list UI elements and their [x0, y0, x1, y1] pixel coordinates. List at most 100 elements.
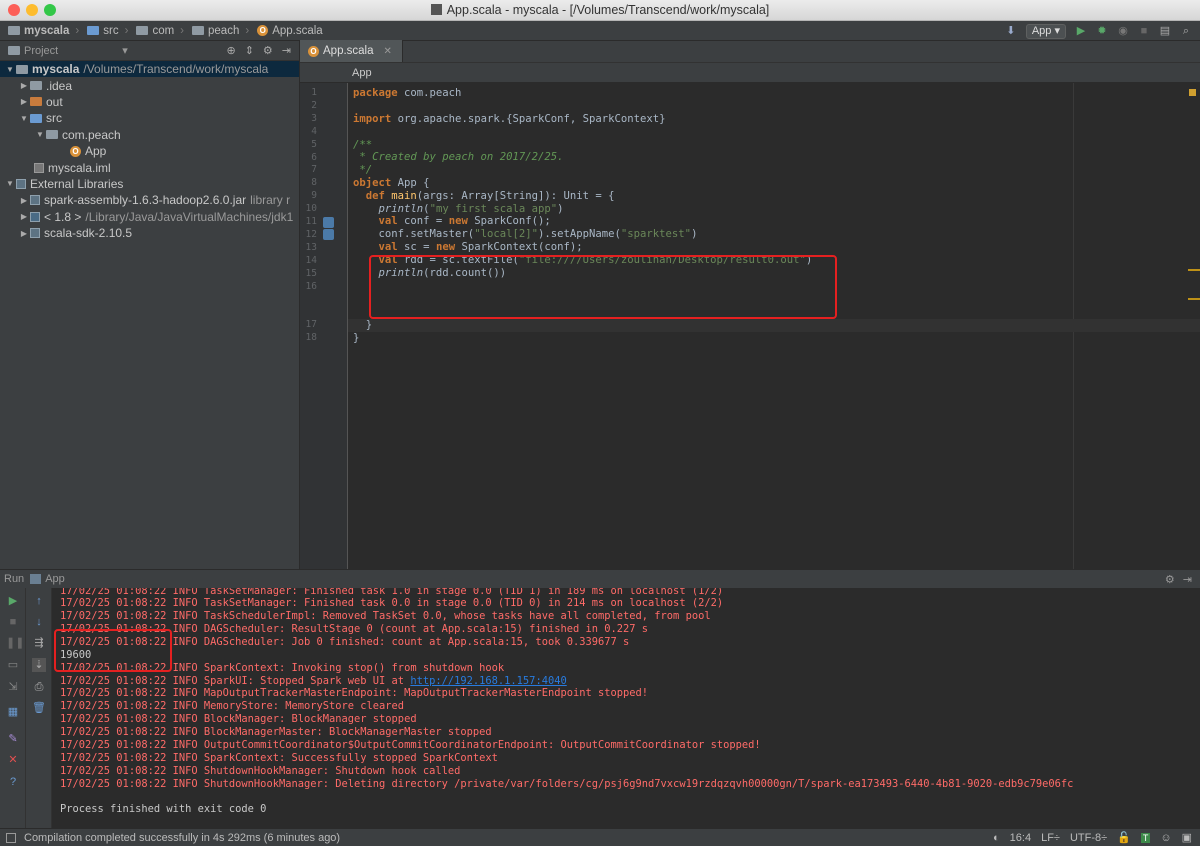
file-icon — [430, 4, 442, 15]
close-window-button[interactable] — [8, 4, 20, 16]
inspector-icon[interactable]: ☺ — [1160, 832, 1171, 844]
arrow-down-icon[interactable]: ↓ — [32, 615, 46, 629]
expand-arrow-icon[interactable]: ▼ — [4, 65, 16, 74]
arrow-up-icon[interactable]: ↑ — [32, 594, 46, 608]
breadcrumb-src[interactable]: src › — [87, 25, 128, 37]
tree-item-external-libraries[interactable]: ▼ External Libraries — [0, 176, 299, 192]
run-gutter-icon[interactable] — [323, 229, 334, 240]
tree-item-scala-sdk[interactable]: ▶ scala-sdk-2.10.5 — [0, 225, 299, 241]
code-line-5: /** — [353, 139, 373, 151]
module-folder-icon — [16, 64, 28, 74]
close-tab-icon[interactable]: ✕ — [384, 46, 392, 57]
rerun-icon[interactable]: ▶ — [6, 594, 20, 608]
project-panel-title[interactable]: Project — [24, 45, 58, 57]
exit-icon[interactable]: ⇲ — [6, 680, 20, 694]
code-area[interactable]: 1 2 3 4 5 6 7 8 9 10 11 12 13 14 15 16 17 18 package com.… — [300, 83, 1200, 569]
tree-item-src[interactable]: ▼ src — [0, 110, 299, 126]
run-header-label[interactable]: Run — [4, 573, 24, 585]
code-text: conf.setMaster( — [353, 228, 475, 240]
trash-icon[interactable]: 🗑 — [32, 701, 46, 715]
gear-icon[interactable]: ⚙ — [1165, 573, 1175, 586]
make-project-icon[interactable]: ⬇ — [1005, 25, 1017, 37]
close-icon[interactable]: ✕ — [6, 753, 20, 767]
tree-item-idea[interactable]: ▶ .idea — [0, 77, 299, 93]
tree-item-label: .idea — [46, 78, 73, 93]
collapse-icon[interactable]: ⇕ — [245, 44, 254, 57]
spark-ui-link[interactable]: http://192.168.1.157:4040 — [410, 675, 566, 687]
file-encoding[interactable]: UTF-8÷ — [1070, 832, 1107, 844]
editor-tabs: O App.scala ✕ — [300, 40, 1200, 63]
collapse-arrow-icon[interactable]: ▶ — [18, 212, 30, 221]
run-gutter-icon[interactable] — [323, 217, 334, 228]
breadcrumb-label: App.scala — [272, 24, 323, 37]
breadcrumb-peach[interactable]: peach › — [192, 25, 249, 37]
breadcrumb-myscala[interactable]: myscala › — [8, 25, 79, 37]
scroll-to-end-icon[interactable]: ⇣ — [32, 658, 46, 672]
tree-item-myscala-iml[interactable]: myscala.iml — [0, 159, 299, 175]
line-number: 8 — [311, 177, 317, 189]
console-line: 17/02/25 01:08:22 INFO BlockManager: Blo… — [60, 713, 417, 725]
collapse-arrow-icon[interactable]: ▶ — [18, 81, 30, 90]
project-icon — [8, 46, 20, 55]
collapse-arrow-icon[interactable]: ▶ — [18, 196, 30, 205]
dump-threads-icon[interactable]: ▭ — [6, 658, 20, 672]
expand-arrow-icon[interactable]: ▼ — [4, 179, 16, 188]
search-icon[interactable]: ⌕ — [1180, 25, 1192, 37]
caret-position[interactable]: 16:4 — [1010, 832, 1031, 844]
tree-item-jdk[interactable]: ▶ < 1.8 >/Library/Java/JavaVirtualMachine… — [0, 209, 299, 225]
tree-item-spark-assembly[interactable]: ▶ spark-assembly-1.6.3-hadoop2.6.0.jar lib… — [0, 192, 299, 208]
expand-arrow-icon[interactable]: ▼ — [34, 130, 46, 139]
tree-item-myscala[interactable]: ▼ myscala/Volumes/Transcend/work/myscala — [0, 61, 299, 78]
zoom-window-button[interactable] — [44, 4, 56, 16]
minimize-window-button[interactable] — [26, 4, 38, 16]
run-icon[interactable]: ▶ — [1075, 25, 1087, 37]
run-actions-toolbar: ▶ ■ ❚❚ ▭ ⇲ ▦ ✎ ✕ ? — [0, 588, 26, 828]
breadcrumb-com[interactable]: com › — [136, 25, 184, 37]
tree-item-app[interactable]: O App — [0, 143, 299, 159]
code-line-3: import org.apache.spark.{SparkConf, Spar… — [353, 113, 666, 126]
tree-item-out[interactable]: ▶ out — [0, 94, 299, 110]
notifications-icon[interactable]: ▣ — [1182, 831, 1192, 844]
debug-icon[interactable]: ✹ — [1096, 25, 1108, 37]
code-line-12: conf.setMaster("local[2]").setAppName("s… — [353, 228, 698, 241]
pause-icon[interactable]: ❚❚ — [6, 636, 24, 650]
stop-icon[interactable]: ■ — [6, 615, 20, 629]
tool-windows-icon[interactable] — [6, 832, 16, 843]
console-line: 17/02/25 01:08:22 INFO ShutdownHookManag… — [60, 778, 1074, 790]
event-log-icon[interactable]: ◐ — [993, 832, 1000, 844]
sdk-icon[interactable]: ▤ — [1159, 25, 1171, 37]
soft-wrap-icon[interactable]: ⇶ — [32, 636, 46, 650]
line-separator[interactable]: LF÷ — [1041, 832, 1060, 844]
breadcrumb-app-scala[interactable]: O App.scala — [257, 25, 323, 37]
run-configuration-select[interactable]: App ▾ — [1025, 23, 1066, 39]
run-tab-label[interactable]: App — [45, 573, 65, 585]
tree-item-label: External Libraries — [30, 176, 124, 191]
code-text: println — [353, 203, 424, 215]
coverage-icon[interactable]: ◉ — [1117, 25, 1129, 37]
chevron-down-icon[interactable]: ▾ — [122, 44, 128, 57]
tab-app-scala[interactable]: O App.scala ✕ — [300, 40, 403, 62]
pin-icon[interactable]: ✎ — [6, 732, 20, 746]
tree-item-label: out — [46, 94, 63, 109]
layout-icon[interactable]: ▦ — [6, 705, 20, 719]
lock-icon[interactable]: 🔓 — [1117, 831, 1131, 844]
print-icon[interactable]: ⎙ — [32, 680, 46, 694]
tree-item-com-peach[interactable]: ▼ com.peach — [0, 127, 299, 143]
collapse-arrow-icon[interactable]: ▶ — [18, 97, 30, 106]
chevron-right-icon: › — [180, 24, 185, 37]
hide-icon[interactable]: ⇥ — [282, 44, 291, 57]
string-literal: "sparktest" — [620, 228, 692, 240]
expand-arrow-icon[interactable]: ▼ — [18, 114, 30, 123]
console-output[interactable]: 17/02/25 01:08:22 INFO TaskSetManager: F… — [52, 588, 1200, 828]
hide-icon[interactable]: ⇥ — [1183, 573, 1192, 586]
console-line: 17/02/25 01:08:22 INFO OutputCommitCoord… — [60, 739, 761, 751]
gear-icon[interactable]: ⚙ — [263, 44, 273, 57]
editor-breadcrumb-item[interactable]: App — [352, 67, 372, 79]
help-icon[interactable]: ? — [6, 775, 20, 789]
console-line: 17/02/25 01:08:22 INFO SparkContext: Suc… — [60, 752, 498, 764]
string-literal: "my first scala app" — [429, 203, 558, 215]
locate-icon[interactable]: ⊕ — [226, 44, 235, 57]
stop-icon[interactable]: ■ — [1138, 25, 1150, 37]
collapse-arrow-icon[interactable]: ▶ — [18, 229, 30, 238]
terminal-icon[interactable]: T — [1140, 832, 1151, 843]
